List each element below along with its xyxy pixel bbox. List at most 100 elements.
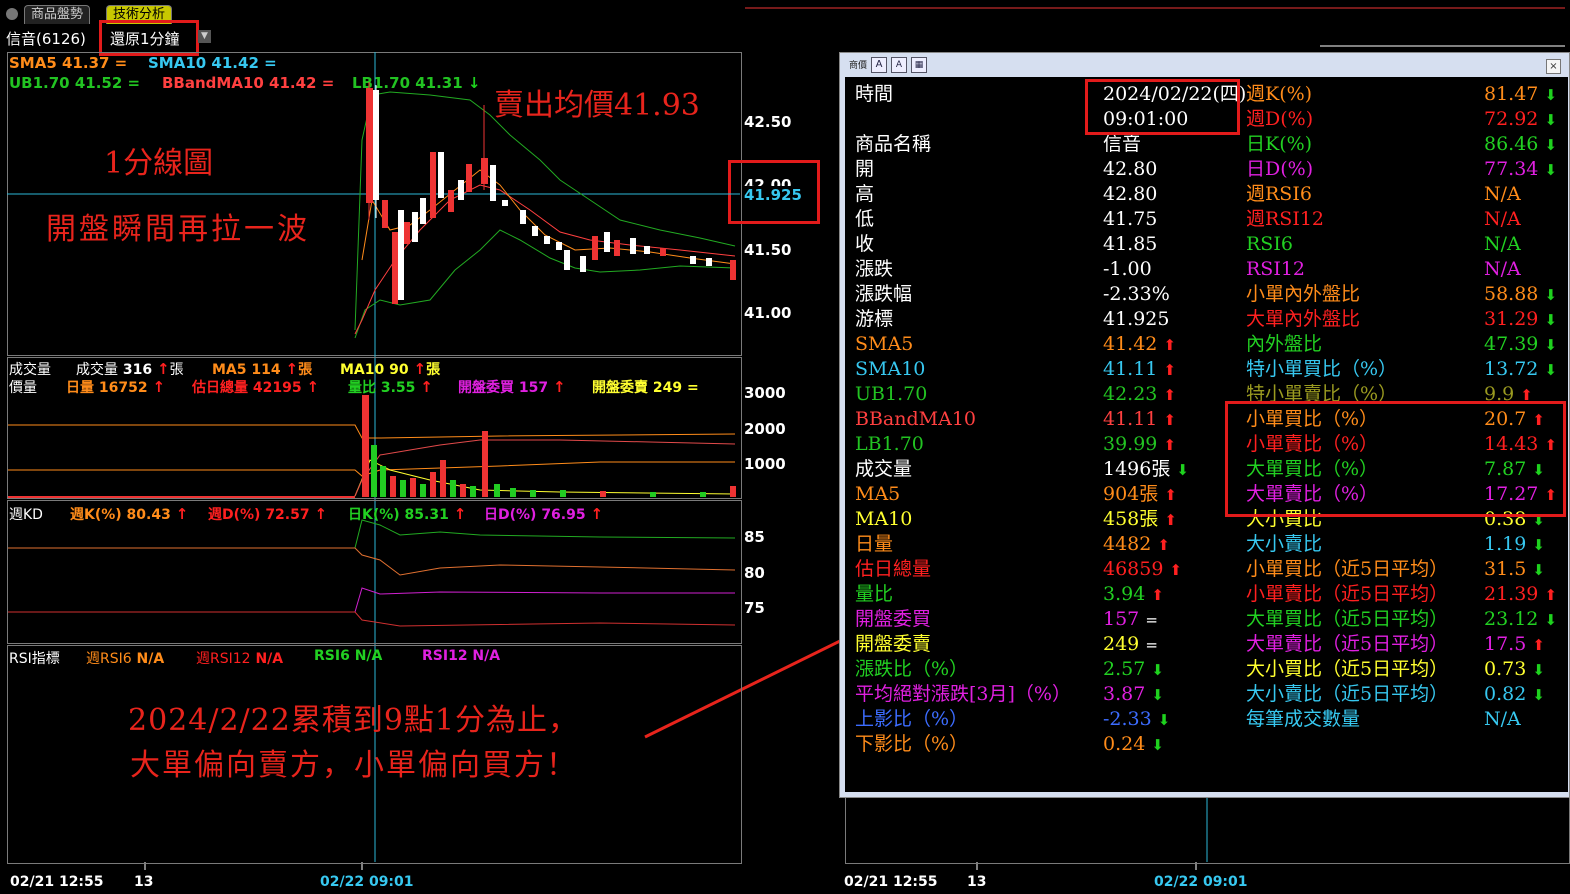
- quote-value: 46859 ⬆: [1103, 558, 1183, 580]
- quote-label: 大小賣比（近5日平均）: [1246, 683, 1449, 705]
- ub-line: [354, 91, 736, 331]
- sell-avg-annotation: 賣出均價41.93: [494, 88, 700, 123]
- quote-value: N/A: [1484, 233, 1521, 255]
- quote-value: 42.80: [1103, 158, 1158, 180]
- ratio-legend: 量比 3.55 ↑: [348, 378, 433, 396]
- quote-label: 低: [855, 208, 875, 230]
- vol-legend: 成交量 316 ↑張: [76, 360, 184, 378]
- arrow-up-icon: ⬆: [1164, 511, 1177, 529]
- quote-label: 估日總量: [855, 558, 932, 580]
- arrow-up-icon: ⬆: [1157, 536, 1170, 554]
- quote-value: 31.5 ⬇: [1484, 558, 1545, 580]
- arrow-up-icon: ⬆: [1163, 336, 1177, 354]
- quote-value: N/A: [1484, 208, 1521, 230]
- vol-axis-2000: 2000: [744, 420, 786, 438]
- quote-value: 42.80: [1103, 183, 1158, 205]
- arrow-up-icon: ⬆: [1532, 636, 1545, 654]
- font-decrease-icon[interactable]: A: [891, 57, 907, 73]
- rsi-w6-legend: 週RSI6 N/A: [86, 651, 165, 667]
- summary-line1: 2024/2/22累積到9點1分為止，: [128, 703, 579, 738]
- quote-label: 週K(%): [1246, 83, 1313, 105]
- quote-label: 平均絕對漲跌[3月]（%）: [855, 683, 1071, 705]
- bottom-13-left: 13: [134, 874, 154, 890]
- quote-label: 上影比（%）: [855, 708, 969, 730]
- quote-label: 收: [855, 233, 875, 255]
- quote-value: 23.12 ⬇: [1484, 608, 1558, 630]
- quote-value: -1.00: [1103, 258, 1152, 280]
- kd-panel-title: 週KD: [9, 507, 43, 523]
- arrow-down-icon: ⬇: [1151, 661, 1164, 679]
- quote-value: 39.99 ⬆: [1103, 433, 1177, 455]
- wd-legend: 週D(%) 72.57 ↑: [208, 505, 328, 523]
- equal-icon: =: [1145, 611, 1158, 629]
- quote-value: 58.88 ⬇: [1484, 283, 1558, 305]
- image-icon[interactable]: ▦: [911, 57, 927, 73]
- quote-label: 漲跌: [855, 258, 894, 280]
- quote-label: RSI6: [1246, 233, 1293, 255]
- quote-value: 77.34 ⬇: [1484, 158, 1558, 180]
- quote-label: 日D(%): [1246, 158, 1314, 180]
- arrow-up-icon: ⬆: [1163, 436, 1177, 454]
- quote-label: 每筆成交數量: [1246, 708, 1361, 730]
- arrow-down-icon: ⬇: [1532, 536, 1545, 554]
- kd-axis-85: 85: [744, 528, 765, 546]
- quote-value: 42.23 ⬆: [1103, 383, 1177, 405]
- vol-axis-3000: 3000: [744, 384, 786, 402]
- right-chart-panel: [845, 796, 1570, 864]
- quote-label: 週RSI12: [1246, 208, 1325, 230]
- datetime-highlight: [1085, 79, 1240, 135]
- rsi12-legend: RSI12 N/A: [422, 648, 501, 664]
- quote-value: 31.29 ⬇: [1484, 308, 1558, 330]
- kd-axis-75: 75: [744, 599, 765, 617]
- quote-label: 開盤委賣: [855, 633, 932, 655]
- quote-value: 0.73 ⬇: [1484, 658, 1545, 680]
- quote-value: 41.11 ⬆: [1103, 358, 1177, 380]
- quote-label: 小單內外盤比: [1246, 283, 1361, 305]
- quote-value: 4482 ⬆: [1103, 533, 1170, 555]
- quote-value: 1.19 ⬇: [1484, 533, 1545, 555]
- quote-label: 特小單買比（%）: [1246, 358, 1398, 380]
- volume-panel-title: 成交量: [9, 362, 51, 378]
- quote-value: 249 =: [1103, 633, 1158, 655]
- popup-title: 商價: [849, 61, 868, 71]
- dayvol-legend: 日量 16752 ↑: [66, 378, 166, 396]
- quote-value: 21.39 ⬆: [1484, 583, 1558, 605]
- quote-label: 開盤委買: [855, 608, 932, 630]
- font-increase-icon[interactable]: A: [871, 57, 887, 73]
- lb-line: [354, 229, 736, 339]
- arrow-up-icon: ⬆: [1163, 411, 1177, 429]
- quote-label: 漲跌比（%）: [855, 658, 969, 680]
- rsi-panel-title: RSI指標: [9, 651, 60, 667]
- quote-label: 開: [855, 158, 875, 180]
- dk-legend: 日K(%) 85.31 ↑: [348, 505, 467, 523]
- arrow-down-icon: ⬇: [1544, 311, 1558, 329]
- bottom-date-mid: 02/22 09:01: [320, 874, 414, 890]
- quote-value: 41.42 ⬆: [1103, 333, 1177, 355]
- quote-value: 41.75: [1103, 208, 1158, 230]
- quote-label: 游標: [855, 308, 894, 330]
- quote-label: UB1.70: [855, 383, 928, 405]
- arrow-up-icon: ⬆: [1544, 586, 1558, 604]
- quote-value: 41.11 ⬆: [1103, 408, 1177, 430]
- bottom-date-right-mid: 02/22 09:01: [1154, 874, 1248, 890]
- chart-type-annotation: 1分線圖: [104, 146, 214, 181]
- quote-label: LB1.70: [855, 433, 924, 455]
- quote-value: 0.24 ⬇: [1103, 733, 1164, 755]
- quote-label: 大單賣比（近5日平均）: [1246, 633, 1449, 655]
- arrow-down-icon: ⬇: [1532, 661, 1545, 679]
- quote-label: 週RSI6: [1246, 183, 1312, 205]
- quote-label: 大單內外盤比: [1246, 308, 1361, 330]
- arrow-down-icon: ⬇: [1544, 361, 1558, 379]
- quote-value: N/A: [1484, 183, 1521, 205]
- quote-label: 小單買比（近5日平均）: [1246, 558, 1449, 580]
- arrow-down-icon: ⬇: [1544, 136, 1558, 154]
- close-icon[interactable]: ×: [1546, 59, 1561, 74]
- arrow-down-icon: ⬇: [1151, 686, 1164, 704]
- rsi6-legend: RSI6 N/A: [314, 648, 383, 664]
- equal-icon: =: [1145, 636, 1158, 654]
- wk-legend: 週K(%) 80.43 ↑: [70, 505, 189, 523]
- arrow-down-icon: ⬇: [1151, 736, 1164, 754]
- quote-value: 1496張 ⬇: [1103, 458, 1189, 480]
- quote-label: 時間: [855, 83, 894, 105]
- quote-label: BBandMA10: [855, 408, 977, 430]
